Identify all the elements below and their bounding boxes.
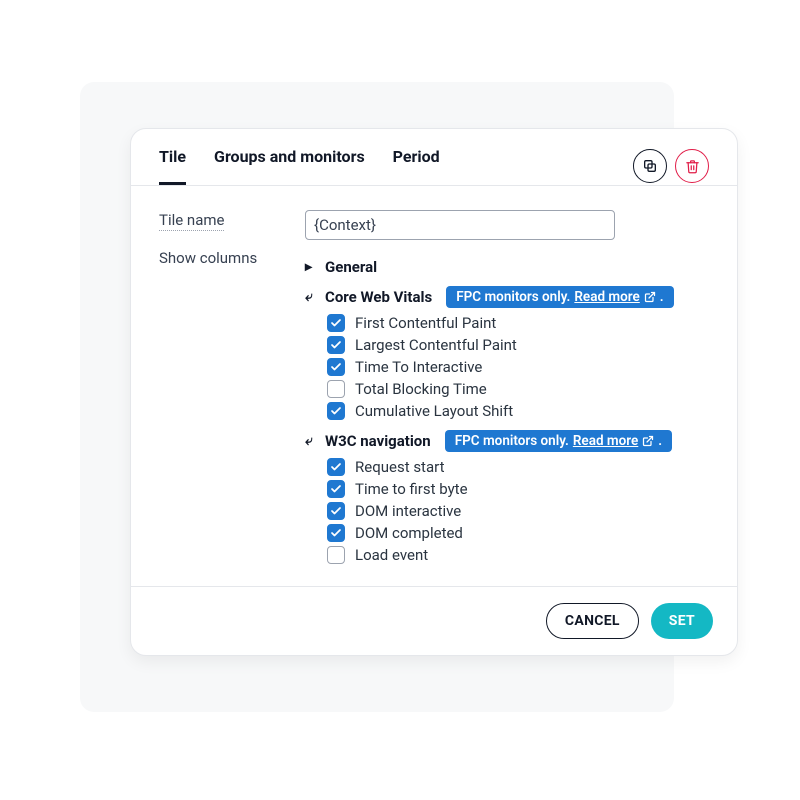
checkbox-icon	[327, 458, 345, 476]
group-general-label: General	[325, 258, 377, 276]
cancel-button[interactable]: CANCEL	[546, 603, 639, 639]
opt-largest-contentful-paint[interactable]: Largest Contentful Paint	[327, 336, 709, 354]
checkbox-label: Request start	[355, 458, 444, 476]
read-more-link-cwv[interactable]: Read more	[574, 289, 639, 305]
show-columns-row: Show columns ▸ General ⤶ Core Web Vitals…	[159, 248, 709, 568]
checkbox-icon	[327, 380, 345, 398]
trash-icon	[685, 159, 700, 174]
group-general-header[interactable]: ▸ General	[305, 258, 709, 276]
checkbox-label: Time To Interactive	[355, 358, 482, 376]
expand-down-icon: ⤶	[305, 290, 319, 304]
columns-tree: ▸ General ⤶ Core Web Vitals FPC monitors…	[305, 248, 709, 568]
tile-name-input[interactable]	[305, 210, 615, 240]
checkbox-icon	[327, 358, 345, 376]
opt-time-to-interactive[interactable]: Time To Interactive	[327, 358, 709, 376]
dialog-header: Tile Groups and monitors Period	[131, 129, 737, 186]
tab-period[interactable]: Period	[393, 147, 440, 185]
opt-total-blocking-time[interactable]: Total Blocking Time	[327, 380, 709, 398]
opt-cumulative-layout-shift[interactable]: Cumulative Layout Shift	[327, 402, 709, 420]
tab-groups-monitors[interactable]: Groups and monitors	[214, 147, 365, 185]
opt-first-contentful-paint[interactable]: First Contentful Paint	[327, 314, 709, 332]
opt-time-to-first-byte[interactable]: Time to first byte	[327, 480, 709, 498]
checkbox-icon	[327, 524, 345, 542]
tabs: Tile Groups and monitors Period	[159, 147, 625, 185]
fpc-badge-text: FPC monitors only.	[456, 289, 570, 305]
fpc-badge-w3c: FPC monitors only. Read more .	[445, 430, 672, 452]
read-more-link-w3c[interactable]: Read more	[573, 433, 638, 449]
set-button[interactable]: SET	[651, 603, 713, 639]
copy-icon	[642, 158, 658, 174]
show-columns-label: Show columns	[159, 249, 257, 267]
tile-name-label: Tile name	[159, 211, 224, 231]
fpc-badge-cwv: FPC monitors only. Read more .	[446, 286, 673, 308]
duplicate-button[interactable]	[633, 149, 667, 183]
fpc-badge-text: FPC monitors only.	[455, 433, 569, 449]
chevron-right-icon: ▸	[305, 260, 319, 274]
checkbox-label: Cumulative Layout Shift	[355, 402, 513, 420]
tab-tile[interactable]: Tile	[159, 147, 186, 185]
group-cwv-label: Core Web Vitals	[325, 288, 432, 306]
opt-request-start[interactable]: Request start	[327, 458, 709, 476]
checkbox-label: Time to first byte	[355, 480, 468, 498]
checkbox-icon	[327, 314, 345, 332]
checkbox-label: DOM completed	[355, 524, 463, 542]
group-core-web-vitals-header[interactable]: ⤶ Core Web Vitals FPC monitors only. Rea…	[305, 286, 709, 308]
external-link-icon	[644, 291, 656, 303]
checkbox-label: Largest Contentful Paint	[355, 336, 517, 354]
checkbox-label: First Contentful Paint	[355, 314, 496, 332]
checkbox-icon	[327, 336, 345, 354]
checkbox-icon	[327, 502, 345, 520]
expand-down-icon: ⤶	[305, 434, 319, 448]
external-link-icon	[642, 435, 654, 447]
tile-name-row: Tile name	[159, 210, 709, 240]
checkbox-icon	[327, 546, 345, 564]
checkbox-icon	[327, 480, 345, 498]
checkbox-label: Load event	[355, 546, 428, 564]
tile-settings-dialog: Tile Groups and monitors Period	[130, 128, 738, 656]
dialog-footer: CANCEL SET	[131, 586, 737, 655]
group-w3c-label: W3C navigation	[325, 432, 431, 450]
checkbox-label: Total Blocking Time	[355, 380, 487, 398]
delete-button[interactable]	[675, 149, 709, 183]
checkbox-label: DOM interactive	[355, 502, 461, 520]
checkbox-icon	[327, 402, 345, 420]
opt-load-event[interactable]: Load event	[327, 546, 709, 564]
opt-dom-interactive[interactable]: DOM interactive	[327, 502, 709, 520]
opt-dom-completed[interactable]: DOM completed	[327, 524, 709, 542]
group-w3c-navigation-header[interactable]: ⤶ W3C navigation FPC monitors only. Read…	[305, 430, 709, 452]
dialog-body: Tile name Show columns ▸ General ⤶ Core …	[131, 186, 737, 586]
